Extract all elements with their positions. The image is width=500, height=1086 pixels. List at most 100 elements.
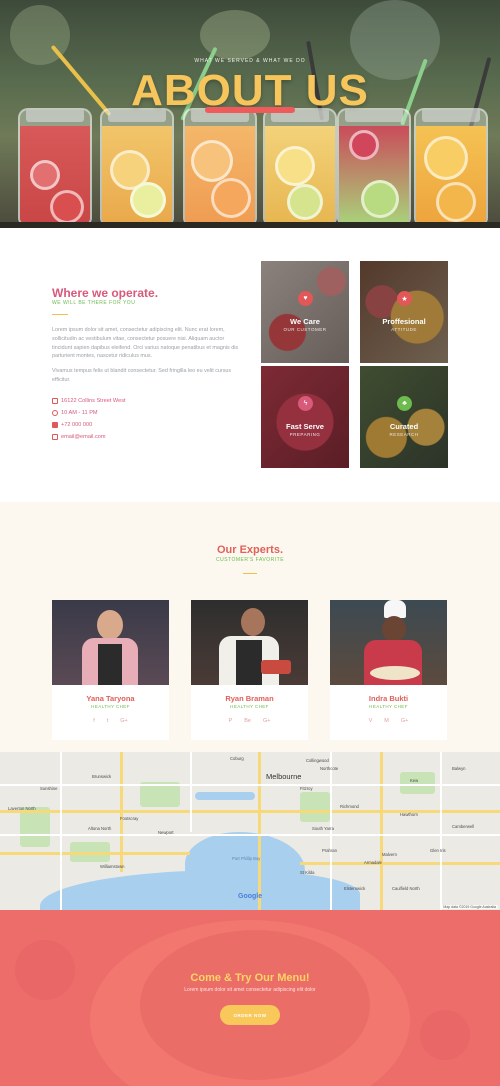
star-icon: ★	[397, 291, 412, 306]
map-label: Malvern	[382, 852, 397, 857]
tile-curated[interactable]: ♣ Curated RESEARCH	[360, 366, 448, 468]
map-label: Northcote	[320, 766, 339, 771]
contact-text: email@email.com	[61, 434, 106, 440]
contact-text: +72 000 000	[61, 422, 93, 428]
map-park	[400, 772, 435, 794]
map-label: Newport	[158, 830, 174, 835]
map-label: Williamstown	[100, 864, 125, 869]
map-label: Footscray	[120, 816, 139, 821]
map-street	[0, 834, 500, 836]
map-label-water: Port Phillip Bay	[232, 856, 261, 861]
operate-subtitle: WE WILL BE THERE FOR YOU	[52, 300, 136, 306]
map-label: Brunswick	[92, 774, 112, 779]
social-links: f t G+	[52, 718, 169, 724]
map-label: St Kilda	[300, 870, 315, 875]
google-plus-icon[interactable]: G+	[263, 718, 271, 724]
drink-jar	[263, 108, 337, 226]
facebook-icon[interactable]: f	[93, 718, 95, 724]
map-label: Altona North	[88, 826, 112, 831]
hero-subtitle: WHAT WE SERVED & WHAT WE DO	[194, 58, 306, 64]
tile-we-care[interactable]: ♥ We Care OUR CUSTOMER	[261, 261, 349, 363]
heart-icon: ♥	[298, 291, 313, 306]
map-street	[440, 752, 442, 910]
map-label: Prahran	[322, 848, 337, 853]
operate-paragraph: Lorem ipsum dolor sit amet, consectetur …	[52, 327, 239, 360]
clock-icon	[52, 410, 58, 416]
map-street	[330, 752, 332, 910]
map-street	[60, 752, 62, 910]
contact-text: 16122 Collins Street West	[61, 398, 126, 404]
medium-icon[interactable]: M	[384, 718, 389, 724]
map-label: South Yarra	[312, 826, 334, 831]
expert-card[interactable]: Ryan Braman HEALTHY CHEF P Be G+	[191, 600, 308, 740]
map-label: Kew	[410, 778, 419, 783]
cta-title: Come & Try Our Menu!	[190, 972, 310, 984]
mail-icon	[52, 434, 58, 440]
expert-role: HEALTHY CHEF	[230, 704, 269, 709]
map-street	[190, 752, 192, 832]
operate-section: Where we operate. WE WILL BE THERE FOR Y…	[0, 228, 500, 502]
map-label: Glen Iris	[430, 848, 446, 853]
map-label: Balwyn	[452, 766, 466, 771]
google-plus-icon[interactable]: G+	[120, 718, 128, 724]
pinterest-icon[interactable]: P	[229, 718, 233, 724]
contact-address[interactable]: 16122 Collins Street West	[52, 398, 126, 404]
expert-role: HEALTHY CHEF	[91, 704, 130, 709]
order-now-button[interactable]: ORDER NOW	[220, 1005, 280, 1025]
tile-title: Fast Serve	[286, 422, 324, 431]
drink-jar	[100, 108, 174, 226]
map-label: Fitzroy	[300, 786, 313, 791]
drink-jar	[183, 108, 257, 226]
experts-title: Our Experts.	[216, 544, 284, 556]
hero-banner: WHAT WE SERVED & WHAT WE DO ABOUT US	[0, 0, 500, 228]
google-plus-icon[interactable]: G+	[401, 718, 409, 724]
location-map[interactable]: Coburg Brunswick Northcote Melbourne Fit…	[0, 752, 500, 910]
map-label: Armadale	[364, 860, 382, 865]
map-road	[0, 852, 190, 855]
tile-subtitle: ATTITUDE	[391, 327, 417, 332]
map-label: Hawthorn	[400, 812, 418, 817]
map-label: Camberwell	[452, 824, 475, 829]
tile-title: We Care	[290, 317, 320, 326]
map-label: Collingwood	[306, 758, 329, 763]
map-label: Coburg	[230, 756, 244, 761]
river	[195, 792, 255, 800]
twitter-icon[interactable]: t	[107, 718, 109, 724]
vimeo-icon[interactable]: V	[369, 718, 373, 724]
map-road	[120, 752, 123, 872]
contact-text: 10 AM - 11 PM	[61, 410, 98, 416]
social-links: V M G+	[330, 718, 447, 724]
experts-section: Our Experts. CUSTOMER'S FAVORITE Yana Ta…	[0, 502, 500, 752]
contact-hours: 10 AM - 11 PM	[52, 410, 98, 416]
tile-subtitle: RESEARCH	[389, 432, 419, 437]
expert-name: Yana Taryona	[86, 694, 135, 703]
phone-icon	[52, 422, 58, 428]
map-label: Richmond	[340, 804, 359, 809]
map-label: Caulfield North	[392, 886, 420, 891]
operate-paragraph: Vivamus tempus felis ut blandit consecte…	[52, 368, 232, 383]
tile-title: Curated	[389, 422, 419, 431]
expert-card[interactable]: Yana Taryona HEALTHY CHEF f t G+	[52, 600, 169, 740]
behance-icon[interactable]: Be	[244, 718, 251, 724]
map-road	[258, 752, 261, 910]
expert-name: Indra Bukti	[368, 694, 409, 703]
divider	[52, 314, 68, 315]
map-park	[20, 807, 50, 847]
map-road	[0, 810, 500, 813]
expert-card[interactable]: Indra Bukti HEALTHY CHEF V M G+	[330, 600, 447, 740]
expert-photo	[52, 600, 169, 685]
map-label: Elsternwick	[344, 886, 366, 891]
tile-fast-serve[interactable]: ϟ Fast Serve PREPARING	[261, 366, 349, 468]
phone-icon	[52, 398, 58, 404]
menu-cta-section: Come & Try Our Menu! Lorem ipsum dolor s…	[0, 910, 500, 1086]
berry-decor	[420, 1010, 470, 1060]
map-label-city: Melbourne	[266, 772, 302, 781]
bolt-icon: ϟ	[298, 396, 313, 411]
map-attribution[interactable]: Map data ©2019 Google Australia	[441, 905, 498, 909]
social-links: P Be G+	[191, 718, 308, 724]
contact-phone[interactable]: +72 000 000	[52, 422, 92, 428]
contact-email[interactable]: email@email.com	[52, 434, 106, 440]
tile-proffesional[interactable]: ★ Proffesional ATTITUDE	[360, 261, 448, 363]
divider	[243, 573, 257, 574]
title-underline	[205, 107, 295, 113]
